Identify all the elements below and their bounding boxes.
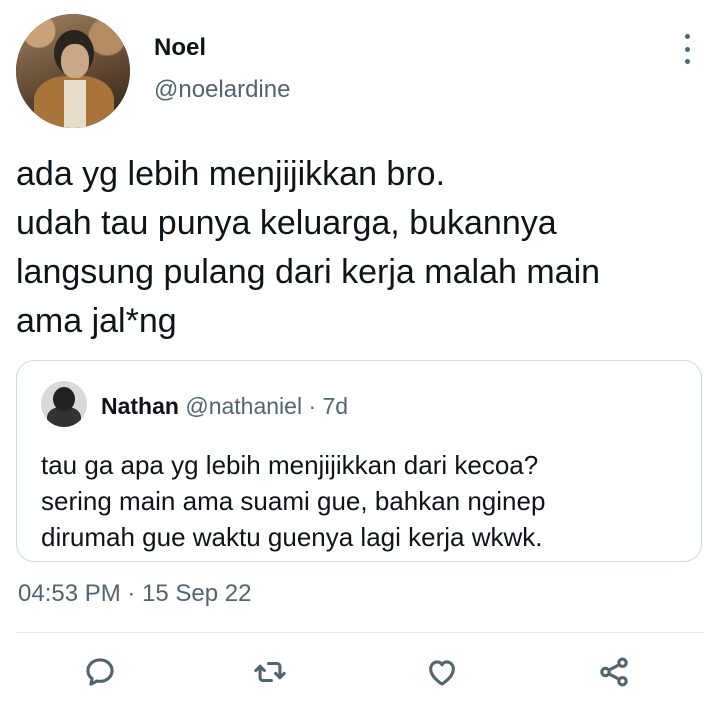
action-bar	[0, 650, 720, 700]
tweet-text-line: ada yg lebih menjijikkan bro.	[16, 155, 446, 193]
quoted-author-avatar	[41, 381, 87, 427]
reply-icon	[86, 658, 114, 686]
quoted-text-line: tau ga apa yg lebih menjijikkan dari kec…	[41, 450, 539, 480]
author-avatar[interactable]	[16, 14, 130, 128]
reply-button[interactable]	[78, 650, 122, 694]
tweet-text: ada yg lebih menjijikkan bro. udah tau p…	[16, 150, 706, 346]
tweet-text-line: ama jal*ng	[16, 302, 177, 340]
tweet-text-line: langsung pulang dari kerja malah main	[16, 253, 601, 291]
tweet-timestamp[interactable]: 04:53 PM · 15 Sep 22	[18, 580, 251, 608]
author-name[interactable]: Noel	[154, 34, 206, 62]
share-icon	[600, 657, 628, 687]
divider	[16, 632, 704, 633]
like-button[interactable]	[420, 650, 464, 694]
quoted-text-line: sering main ama suami gue, bahkan nginep	[41, 486, 546, 516]
quoted-tweet[interactable]: Nathan @nathaniel · 7d tau ga apa yg leb…	[16, 360, 702, 562]
share-button[interactable]	[592, 650, 636, 694]
heart-icon	[429, 660, 455, 686]
quoted-author-handle: @nathaniel	[185, 393, 303, 419]
quoted-tweet-text: tau ga apa yg lebih menjijikkan dari kec…	[41, 447, 681, 555]
separator-dot: ·	[308, 393, 317, 419]
quoted-tweet-age: 7d	[322, 393, 349, 419]
quoted-tweet-header: Nathan @nathaniel · 7d	[101, 393, 348, 420]
tweet-text-line: udah tau punya keluarga, bukannya	[16, 204, 557, 242]
more-options-icon[interactable]	[680, 34, 694, 64]
quoted-author-name: Nathan	[101, 393, 179, 419]
author-handle[interactable]: @noelardine	[154, 76, 290, 104]
retweet-icon	[254, 661, 286, 683]
quoted-text-line: dirumah gue waktu guenya lagi kerja wkwk…	[41, 522, 543, 552]
retweet-button[interactable]	[248, 650, 292, 694]
